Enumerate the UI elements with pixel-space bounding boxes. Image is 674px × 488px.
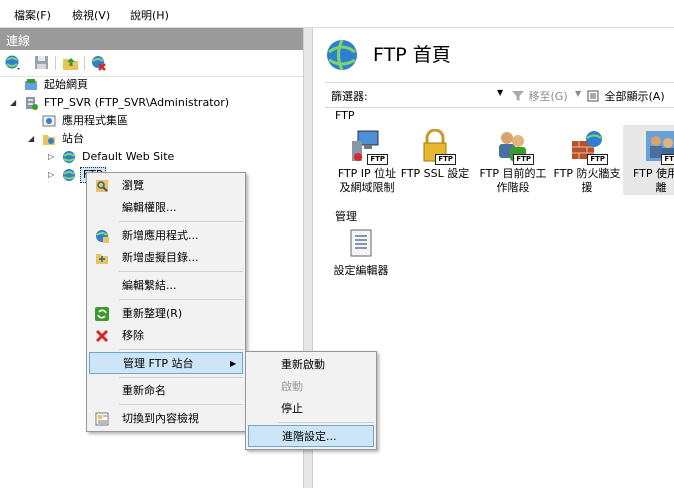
tree-item-start-page[interactable]: 起始網頁 — [8, 76, 298, 94]
menu-item-rename[interactable]: 重新命名 — [89, 380, 243, 402]
menu-item-switch-content-view[interactable]: 切換到內容檢視 — [89, 408, 243, 430]
connections-title: 連線 — [6, 34, 31, 48]
configuration-editor-icon — [348, 228, 374, 258]
sessions-users-icon: FTP — [496, 129, 534, 165]
ip-restrictions-icon: FTP — [350, 129, 388, 165]
ftp-home-globe-icon — [325, 38, 359, 75]
menu-item-edit-bindings[interactable]: 編輯繫結... — [89, 275, 243, 297]
menu-separator — [119, 404, 243, 405]
remove-x-icon — [95, 329, 109, 343]
tree-item-app-pools[interactable]: 應用程式集區 — [8, 112, 298, 130]
menu-item-remove[interactable]: 移除 — [89, 325, 243, 347]
start-page-icon — [24, 78, 38, 92]
filter-dropdown-icon[interactable]: ▼ — [497, 88, 503, 97]
page-title: FTP 首頁 — [373, 44, 451, 66]
tree-item-server[interactable]: ◢ FTP_SVR (FTP_SVR\Administrator) — [8, 94, 298, 112]
tree-item-sites[interactable]: ◢ 站台 — [8, 130, 298, 148]
website-globe-icon — [62, 168, 76, 182]
add-virtual-directory-icon — [95, 251, 109, 265]
connect-globe-icon[interactable] — [4, 54, 22, 72]
server-icon — [24, 96, 38, 110]
expanded-caret-icon[interactable]: ◢ — [28, 130, 34, 148]
content-view-icon — [95, 412, 109, 426]
save-icon[interactable] — [33, 54, 51, 72]
add-application-icon — [95, 229, 109, 243]
feature-ftp-user-isolation[interactable]: FTP FTP 使用者離 — [623, 125, 674, 195]
menu-file[interactable]: 檔案(F) — [14, 7, 51, 23]
menu-help[interactable]: 說明(H) — [130, 7, 169, 23]
menu-separator — [278, 422, 374, 423]
menu-view[interactable]: 檢視(V) — [72, 7, 110, 23]
firewall-icon: FTP — [570, 129, 608, 165]
manage-ftp-submenu: 重新啟動 啟動 停止 進階設定... — [245, 351, 377, 450]
feature-ftp-firewall-support[interactable]: FTP FTP 防火牆支援 — [549, 129, 625, 195]
submenu-item-start: 啟動 — [281, 380, 303, 393]
menu-separator — [119, 221, 243, 222]
submenu-item-restart[interactable]: 重新啟動 — [248, 354, 374, 376]
sites-folder-icon — [42, 132, 56, 146]
lock-icon: FTP — [418, 128, 456, 165]
submenu-item-advanced-settings[interactable]: 進階設定... — [248, 425, 374, 447]
show-all-icon — [587, 90, 599, 102]
submenu-arrow-icon: ▶ — [230, 359, 237, 368]
menu-item-browse[interactable]: 瀏覽 — [89, 175, 243, 197]
refresh-icon — [95, 307, 109, 321]
feature-ftp-ssl-settings[interactable]: FTP FTP SSL 設定 — [397, 128, 473, 181]
collapsed-caret-icon[interactable]: ▷ — [48, 148, 54, 166]
context-menu: 瀏覽 編輯權限... 新增應用程式... 新增虛擬目錄... 編輯繫結... 重… — [86, 172, 246, 432]
menu-item-edit-permissions[interactable]: 編輯權限... — [89, 197, 243, 219]
website-globe-icon — [62, 150, 76, 164]
menu-item-add-virtual-directory[interactable]: 新增虛擬目錄... — [89, 247, 243, 269]
app-pool-icon — [42, 114, 56, 128]
tree-item-default-web-site[interactable]: ▷ Default Web Site — [8, 148, 298, 166]
group-label-ftp: FTP — [335, 109, 355, 122]
submenu-item-stop[interactable]: 停止 — [248, 398, 374, 420]
menu-item-add-application[interactable]: 新增應用程式... — [89, 225, 243, 247]
group-label-manage: 管理 — [335, 210, 357, 223]
user-isolation-icon: FTP — [644, 129, 674, 165]
feature-ftp-ip-restrictions[interactable]: FTP FTP IP 位址 及網域限制 — [329, 129, 405, 195]
connections-header: 連線 — [0, 28, 303, 50]
expanded-caret-icon[interactable]: ◢ — [10, 94, 16, 112]
go-dropdown-icon[interactable]: ▼ — [575, 89, 581, 98]
show-all-button[interactable]: 全部顯示(A) — [587, 88, 665, 104]
filter-bar: 篩選器: ▼ 移至(G) ▼ 全部顯示(A) — [325, 82, 674, 108]
up-folder-icon[interactable] — [62, 54, 80, 72]
go-button[interactable]: 移至(G) — [511, 88, 568, 104]
menu-separator — [119, 349, 243, 350]
menu-separator — [119, 271, 243, 272]
menu-item-refresh[interactable]: 重新整理(R) — [89, 303, 243, 325]
connections-toolbar — [0, 50, 303, 77]
feature-configuration-editor[interactable]: 設定編輯器 — [323, 228, 399, 278]
menu-item-manage-ftp-site[interactable]: 管理 FTP 站台 ▶ — [89, 352, 243, 374]
disconnect-icon[interactable] — [90, 54, 108, 72]
filter-label: 篩選器: — [331, 90, 368, 103]
feature-ftp-current-sessions[interactable]: FTP FTP 目前的工 作階段 — [475, 129, 551, 195]
filter-input[interactable] — [373, 86, 503, 102]
menu-bar: 檔案(F) 檢視(V) 說明(H) — [0, 0, 674, 28]
menu-separator — [119, 377, 243, 378]
menu-separator — [119, 299, 243, 300]
funnel-icon — [512, 91, 524, 101]
browse-icon — [95, 179, 109, 193]
collapsed-caret-icon[interactable]: ▷ — [48, 166, 54, 184]
